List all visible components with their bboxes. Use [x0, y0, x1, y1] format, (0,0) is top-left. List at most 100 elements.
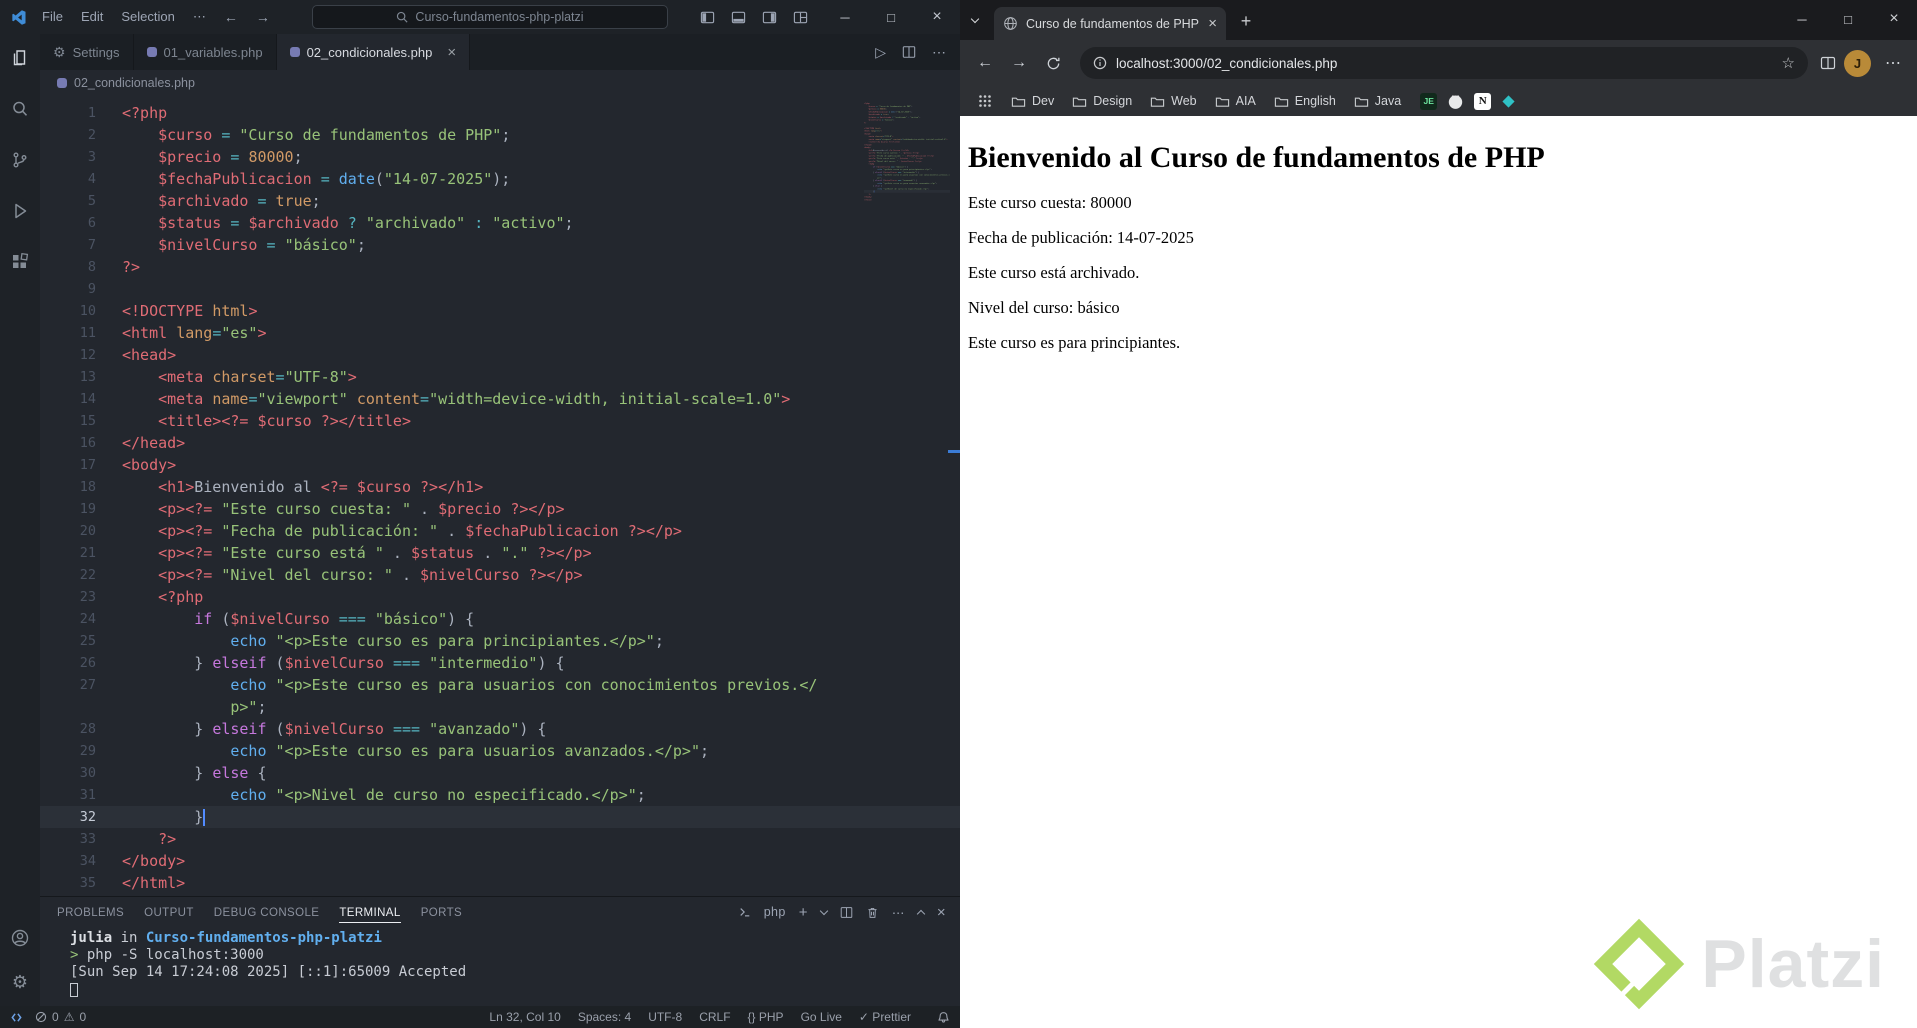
- code-line[interactable]: 20 <p><?= "Fecha de publicación: " . $fe…: [40, 520, 960, 542]
- close-tab-icon[interactable]: ×: [1208, 15, 1217, 32]
- code-line[interactable]: 6 $status = $archivado ? "archivado" : "…: [40, 212, 960, 234]
- bookmark-folder-java[interactable]: Java: [1345, 91, 1410, 112]
- code-line[interactable]: 24 if ($nivelCurso === "básico") {: [40, 608, 960, 630]
- code-line[interactable]: 9: [40, 278, 960, 300]
- problems-status[interactable]: 0 ⚠ 0: [35, 1010, 86, 1024]
- close-button[interactable]: ×: [914, 0, 960, 34]
- code-line[interactable]: 3 $precio = 80000;: [40, 146, 960, 168]
- search-sidebar-icon[interactable]: [8, 97, 32, 121]
- url-text[interactable]: localhost:3000/02_condicionales.php: [1116, 56, 1773, 71]
- history-back-icon[interactable]: ←: [215, 9, 247, 25]
- minimize-button[interactable]: ─: [1779, 0, 1825, 38]
- extensions-icon[interactable]: [8, 250, 32, 274]
- code-line[interactable]: 31 echo "<p>Nivel de curso no especifica…: [40, 784, 960, 806]
- code-line[interactable]: 30 } else {: [40, 762, 960, 784]
- split-editor-icon[interactable]: [902, 45, 916, 59]
- history-forward-icon[interactable]: →: [247, 9, 279, 25]
- toggle-panel-icon[interactable]: [731, 10, 746, 25]
- panel-more-icon[interactable]: ⋯: [892, 905, 905, 920]
- bookmark-folder-aia[interactable]: AIA: [1206, 91, 1265, 112]
- apps-grid-icon[interactable]: [970, 86, 1000, 116]
- close-tab-icon[interactable]: ×: [447, 44, 456, 61]
- code-line[interactable]: 33 ?>: [40, 828, 960, 850]
- status-item[interactable]: UTF-8: [648, 1010, 682, 1024]
- customize-layout-icon[interactable]: [793, 10, 808, 25]
- code-line[interactable]: 19 <p><?= "Este curso cuesta: " . $preci…: [40, 498, 960, 520]
- code-line[interactable]: 26 } elseif ($nivelCurso === "intermedio…: [40, 652, 960, 674]
- status-item[interactable]: Ln 32, Col 10: [489, 1010, 560, 1024]
- close-button[interactable]: ×: [1871, 0, 1917, 38]
- panel-tab-debug-console[interactable]: DEBUG CONSOLE: [214, 901, 320, 923]
- close-panel-icon[interactable]: ×: [937, 904, 946, 921]
- profile-avatar[interactable]: J: [1844, 49, 1871, 77]
- code-line[interactable]: 17 <body>: [40, 454, 960, 476]
- bookmark-folder-design[interactable]: Design: [1063, 91, 1141, 112]
- split-screen-icon[interactable]: [1820, 55, 1836, 71]
- code-line[interactable]: 16 </head>: [40, 432, 960, 454]
- panel-tab-problems[interactable]: PROBLEMS: [57, 901, 124, 923]
- menu-item-selection[interactable]: Selection: [112, 9, 183, 25]
- panel-tab-terminal[interactable]: TERMINAL: [339, 901, 400, 923]
- editor-tab[interactable]: 02_condicionales.php ×: [276, 34, 471, 70]
- run-file-icon[interactable]: ▷: [875, 44, 886, 61]
- address-bar[interactable]: localhost:3000/02_condicionales.php ☆: [1080, 47, 1808, 79]
- code-line[interactable]: 23 <?php: [40, 586, 960, 608]
- run-debug-icon[interactable]: [8, 199, 32, 223]
- code-line[interactable]: 4 $fechaPublicacion = date("14-07-2025")…: [40, 168, 960, 190]
- code-editor[interactable]: 1 <?php 2 $curso = "Curso de fundamentos d…: [40, 96, 960, 896]
- kill-terminal-icon[interactable]: [866, 906, 879, 919]
- code-line[interactable]: 27 echo "<p>Este curso es para usuarios …: [40, 674, 960, 696]
- split-terminal-icon[interactable]: [840, 906, 853, 919]
- code-line[interactable]: 32 }: [40, 806, 960, 828]
- status-item[interactable]: CRLF: [699, 1010, 730, 1024]
- code-line[interactable]: 25 echo "<p>Este curso es para principia…: [40, 630, 960, 652]
- code-line[interactable]: 35 </html>: [40, 872, 960, 894]
- code-line[interactable]: 34 </body>: [40, 850, 960, 872]
- remote-indicator-icon[interactable]: [10, 1011, 23, 1024]
- code-line[interactable]: 15 <title><?= $curso ?></title>: [40, 410, 960, 432]
- minimize-button[interactable]: ─: [822, 0, 868, 34]
- refresh-button[interactable]: [1038, 48, 1068, 78]
- code-line[interactable]: 21 <p><?= "Este curso está " . $status .…: [40, 542, 960, 564]
- back-button[interactable]: ←: [970, 48, 1000, 78]
- bookmark-folder-dev[interactable]: Dev: [1002, 91, 1063, 112]
- settings-gear-icon[interactable]: ⚙: [8, 970, 32, 994]
- panel-tab-output[interactable]: OUTPUT: [144, 901, 194, 923]
- tab-actions-menu-icon[interactable]: [960, 0, 990, 40]
- code-line[interactable]: 10 <!DOCTYPE html>: [40, 300, 960, 322]
- maximize-panel-icon[interactable]: [916, 909, 926, 918]
- maximize-button[interactable]: □: [1825, 0, 1871, 38]
- breadcrumb[interactable]: 02_condicionales.php: [40, 70, 960, 96]
- toggle-secondary-sidebar-icon[interactable]: [762, 10, 777, 25]
- bookmark-folder-web[interactable]: Web: [1141, 91, 1205, 112]
- command-center-search[interactable]: Curso-fundamentos-php-platzi: [312, 5, 668, 29]
- bookmark-je[interactable]: JE: [1420, 92, 1438, 110]
- status-item[interactable]: {} PHP: [748, 1010, 784, 1024]
- terminal-dropdown-icon[interactable]: [819, 906, 829, 915]
- bookmark-star-icon[interactable]: ☆: [1782, 54, 1795, 72]
- code-line[interactable]: 22 <p><?= "Nivel del curso: " . $nivelCu…: [40, 564, 960, 586]
- status-item[interactable]: Spaces: 4: [578, 1010, 631, 1024]
- status-item[interactable]: ✓ Prettier: [859, 1010, 911, 1024]
- new-tab-button[interactable]: +: [1232, 7, 1260, 35]
- browser-menu-icon[interactable]: ⋯: [1879, 53, 1907, 73]
- bookmark-folder-english[interactable]: English: [1265, 91, 1345, 112]
- bookmark-github-icon[interactable]: [1447, 93, 1464, 110]
- code-line[interactable]: 14 <meta name="viewport" content="width=…: [40, 388, 960, 410]
- account-icon[interactable]: [8, 926, 32, 950]
- code-line[interactable]: 7 $nivelCurso = "básico";: [40, 234, 960, 256]
- code-line[interactable]: 13 <meta charset="UTF-8">: [40, 366, 960, 388]
- bookmark-gem-icon[interactable]: [1501, 94, 1516, 109]
- menu-item-edit[interactable]: Edit: [72, 9, 112, 25]
- more-actions-icon[interactable]: ⋯: [932, 44, 946, 61]
- code-line[interactable]: 11 <html lang="es">: [40, 322, 960, 344]
- code-line[interactable]: 18 <h1>Bienvenido al <?= $curso ?></h1>: [40, 476, 960, 498]
- code-line[interactable]: 28 } elseif ($nivelCurso === "avanzado")…: [40, 718, 960, 740]
- editor-tab[interactable]: 01_variables.php: [133, 34, 277, 70]
- source-control-icon[interactable]: [8, 148, 32, 172]
- code-line[interactable]: p>";: [40, 696, 960, 718]
- new-terminal-icon[interactable]: +: [799, 904, 808, 921]
- code-line[interactable]: 2 $curso = "Curso de fundamentos de PHP"…: [40, 124, 960, 146]
- editor-tab[interactable]: ⚙ Settings: [40, 34, 134, 70]
- code-line[interactable]: 5 $archivado = true;: [40, 190, 960, 212]
